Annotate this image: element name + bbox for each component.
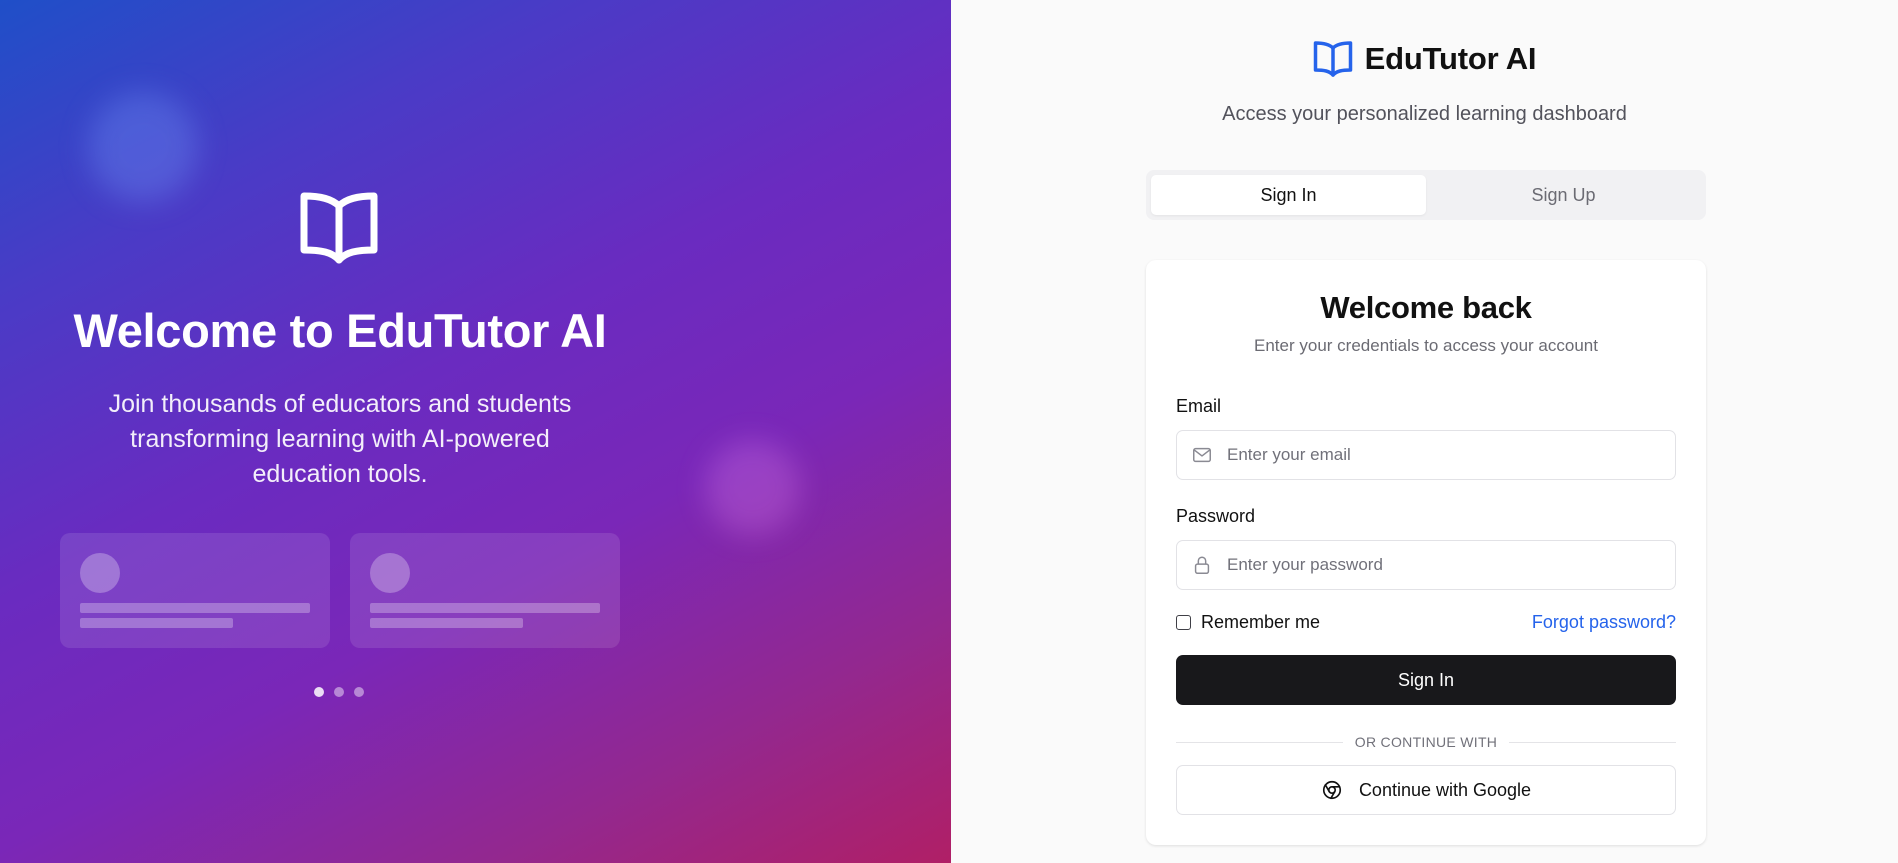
tab-sign-in[interactable]: Sign In (1151, 175, 1426, 215)
brand-header: EduTutor AI (951, 40, 1898, 78)
placeholder-card (60, 533, 330, 648)
form-subtitle: Enter your credentials to access your ac… (1254, 336, 1598, 355)
decorative-blob (88, 92, 198, 202)
brand-name: EduTutor AI (1364, 41, 1537, 76)
decorative-blob (705, 440, 800, 535)
email-label: Email (1176, 396, 1222, 416)
google-button-label: Continue with Google (1358, 779, 1532, 800)
brand-subtitle: Access your personalized learning dashbo… (1222, 103, 1627, 125)
continue-with-google-button[interactable]: Continue with Google (1176, 765, 1676, 815)
placeholder-avatar (370, 553, 410, 593)
mail-icon (1193, 447, 1211, 463)
placeholder-line (370, 618, 523, 628)
sign-in-button[interactable]: Sign In (1176, 655, 1676, 705)
placeholder-line (370, 603, 600, 613)
auth-tabs: Sign In Sign Up (1146, 170, 1706, 220)
hero-panel: Welcome to EduTutor AI Join thousands of… (0, 0, 951, 863)
book-open-icon (300, 192, 378, 264)
remember-me-label: Remember me (1201, 612, 1321, 632)
carousel-indicator (314, 687, 364, 697)
forgot-password-link[interactable]: Forgot password? (1532, 612, 1676, 633)
tab-sign-up[interactable]: Sign Up (1426, 175, 1701, 215)
divider-line (1509, 741, 1676, 743)
email-input[interactable] (1227, 445, 1667, 465)
form-title: Welcome back (1320, 290, 1532, 325)
or-divider: OR CONTINUE WITH (1176, 732, 1676, 752)
hero-description: Join thousands of educators and students… (108, 390, 572, 488)
book-open-icon (1313, 41, 1352, 77)
placeholder-line (80, 618, 233, 628)
remember-me-checkbox[interactable] (1176, 615, 1191, 630)
auth-panel: EduTutor AI Access your personalized lea… (951, 0, 1898, 863)
hero-title: Welcome to EduTutor AI (73, 304, 607, 357)
carousel-dot-2[interactable] (334, 687, 344, 697)
sign-in-card: Welcome back Enter your credentials to a… (1146, 260, 1706, 845)
email-field-wrapper (1176, 430, 1676, 480)
password-field-wrapper (1176, 540, 1676, 590)
carousel-dot-3[interactable] (354, 687, 364, 697)
placeholder-avatar (80, 553, 120, 593)
divider-line (1176, 741, 1343, 743)
chrome-icon (1322, 780, 1342, 800)
placeholder-line (80, 603, 310, 613)
lock-icon (1194, 556, 1210, 574)
password-input[interactable] (1227, 555, 1667, 575)
password-label: Password (1176, 506, 1256, 526)
carousel-dot-1[interactable] (314, 687, 324, 697)
remember-me[interactable]: Remember me (1176, 612, 1320, 633)
divider-label: OR CONTINUE WITH (1354, 734, 1498, 750)
placeholder-card (350, 533, 620, 648)
